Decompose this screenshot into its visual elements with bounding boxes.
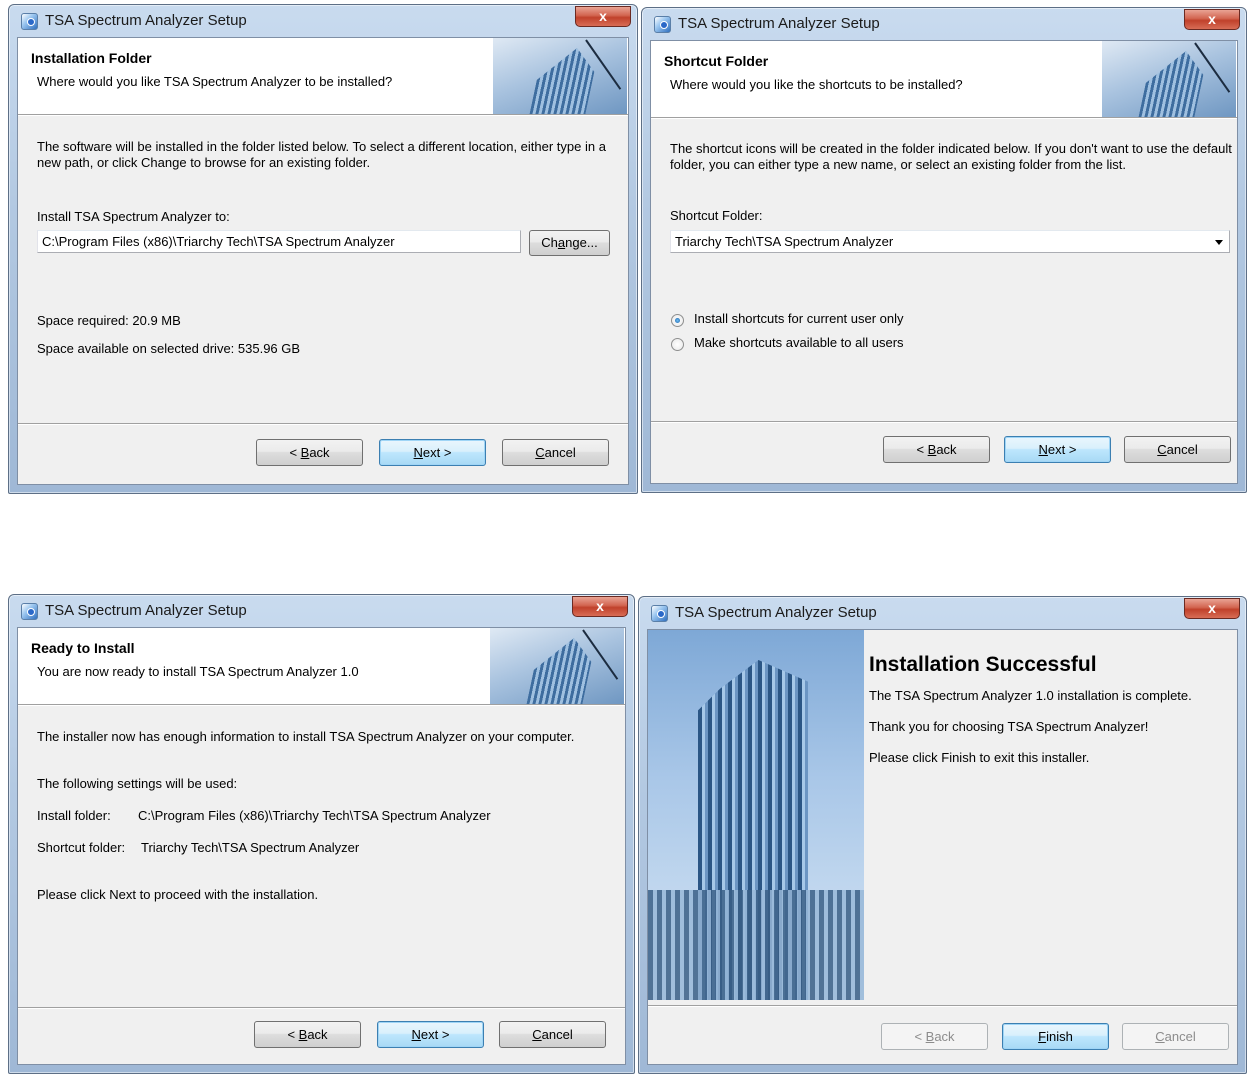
back-button[interactable]: < Back bbox=[256, 439, 363, 466]
all-users-radio[interactable] bbox=[671, 338, 684, 351]
back-button[interactable]: < Back bbox=[881, 1023, 988, 1050]
shortcut-folder-combobox[interactable]: Triarchy Tech\TSA Spectrum Analyzer bbox=[670, 230, 1230, 253]
cancel-button[interactable]: Cancel bbox=[1124, 436, 1231, 463]
proceed-instruction-text: Please click Next to proceed with the in… bbox=[37, 887, 319, 902]
install-path-input[interactable]: C:\Program Files (x86)\Triarchy Tech\TSA… bbox=[37, 230, 521, 253]
all-users-radio-label[interactable]: Make shortcuts available to all users bbox=[694, 335, 904, 350]
button-row-separator bbox=[651, 421, 1237, 423]
title-bar[interactable]: TSA Spectrum Analyzer Setup x bbox=[642, 8, 1246, 40]
skyscraper-banner-image bbox=[493, 38, 627, 114]
page-title: Shortcut Folder bbox=[664, 53, 769, 69]
window-title: TSA Spectrum Analyzer Setup bbox=[45, 602, 247, 619]
shortcut-folder-label: Shortcut Folder: bbox=[670, 208, 763, 223]
next-button[interactable]: Next > bbox=[379, 439, 486, 466]
page-subtitle: Where would you like TSA Spectrum Analyz… bbox=[37, 74, 393, 89]
space-available-text: Space available on selected drive: 535.9… bbox=[37, 341, 301, 356]
close-button[interactable]: x bbox=[572, 596, 628, 617]
button-row-separator bbox=[18, 423, 628, 425]
shortcut-folder-summary-label: Shortcut folder: bbox=[37, 840, 126, 855]
window-title: TSA Spectrum Analyzer Setup bbox=[45, 12, 247, 29]
header-banner: Installation Folder Where would you like… bbox=[18, 38, 628, 115]
shortcut-folder-value: Triarchy Tech\TSA Spectrum Analyzer bbox=[675, 234, 894, 249]
title-bar[interactable]: TSA Spectrum Analyzer Setup x bbox=[9, 5, 637, 37]
current-user-radio-label[interactable]: Install shortcuts for current user only bbox=[694, 311, 904, 326]
chevron-down-icon[interactable] bbox=[1215, 240, 1223, 245]
setup-window-ready-to-install: TSA Spectrum Analyzer Setup x Ready to I… bbox=[8, 594, 635, 1074]
description-line: folder, you can either type a new name, … bbox=[670, 157, 1126, 172]
skyscraper-side-image bbox=[648, 630, 864, 1000]
next-button[interactable]: Next > bbox=[1004, 436, 1111, 463]
description-line: The shortcut icons will be created in th… bbox=[670, 141, 1232, 156]
dialog-client: Installation Successful The TSA Spectrum… bbox=[647, 629, 1238, 1065]
current-user-radio[interactable] bbox=[671, 314, 684, 327]
cancel-button[interactable]: Cancel bbox=[502, 439, 609, 466]
space-required-text: Space required: 20.9 MB bbox=[37, 313, 181, 328]
header-banner: Ready to Install You are now ready to in… bbox=[18, 628, 625, 705]
back-button[interactable]: < Back bbox=[254, 1021, 361, 1048]
skyscraper-banner-image bbox=[490, 628, 624, 704]
description-line: new path, or click Change to browse for … bbox=[37, 155, 371, 170]
setup-app-icon bbox=[651, 605, 668, 622]
page-subtitle: Where would you like the shortcuts to be… bbox=[670, 77, 963, 92]
success-line: The TSA Spectrum Analyzer 1.0 installati… bbox=[869, 688, 1192, 703]
ready-info-text: The installer now has enough information… bbox=[37, 729, 575, 744]
dialog-client: Ready to Install You are now ready to in… bbox=[17, 627, 626, 1065]
install-folder-summary-label: Install folder: bbox=[37, 808, 111, 823]
cancel-button[interactable]: Cancel bbox=[1122, 1023, 1229, 1050]
finish-button[interactable]: Finish bbox=[1002, 1023, 1109, 1050]
close-button[interactable]: x bbox=[1184, 9, 1240, 30]
install-folder-summary-value: C:\Program Files (x86)\Triarchy Tech\TSA… bbox=[138, 808, 491, 823]
description-line: The software will be installed in the fo… bbox=[37, 139, 606, 154]
cancel-button[interactable]: Cancel bbox=[499, 1021, 606, 1048]
next-button[interactable]: Next > bbox=[377, 1021, 484, 1048]
back-button[interactable]: < Back bbox=[883, 436, 990, 463]
setup-window-shortcut-folder: TSA Spectrum Analyzer Setup x Shortcut F… bbox=[641, 7, 1247, 493]
change-button[interactable]: Change... bbox=[529, 230, 610, 256]
dialog-client: Installation Folder Where would you like… bbox=[17, 37, 629, 485]
success-line: Please click Finish to exit this install… bbox=[869, 750, 1090, 765]
header-banner: Shortcut Folder Where would you like the… bbox=[651, 41, 1237, 118]
success-line: Thank you for choosing TSA Spectrum Anal… bbox=[869, 719, 1149, 734]
setup-app-icon bbox=[21, 603, 38, 620]
window-title: TSA Spectrum Analyzer Setup bbox=[678, 15, 880, 32]
shortcut-folder-summary-value: Triarchy Tech\TSA Spectrum Analyzer bbox=[141, 840, 360, 855]
page-title: Installation Folder bbox=[31, 50, 152, 66]
button-row-separator bbox=[648, 1005, 1237, 1007]
title-bar[interactable]: TSA Spectrum Analyzer Setup x bbox=[639, 597, 1246, 629]
setup-app-icon bbox=[21, 13, 38, 30]
page-title: Ready to Install bbox=[31, 640, 135, 656]
setup-window-installation-folder: TSA Spectrum Analyzer Setup x Installati… bbox=[8, 4, 638, 494]
button-row-separator bbox=[18, 1007, 625, 1009]
dialog-client: Shortcut Folder Where would you like the… bbox=[650, 40, 1238, 484]
skyscraper-banner-image bbox=[1102, 41, 1236, 117]
close-button[interactable]: x bbox=[575, 6, 631, 27]
title-bar[interactable]: TSA Spectrum Analyzer Setup x bbox=[9, 595, 634, 627]
setup-window-installation-successful: TSA Spectrum Analyzer Setup x Installati… bbox=[638, 596, 1247, 1074]
setup-app-icon bbox=[654, 16, 671, 33]
close-button[interactable]: x bbox=[1184, 598, 1240, 619]
install-path-label: Install TSA Spectrum Analyzer to: bbox=[37, 209, 230, 224]
settings-intro-text: The following settings will be used: bbox=[37, 776, 238, 791]
window-title: TSA Spectrum Analyzer Setup bbox=[675, 604, 877, 621]
page-subtitle: You are now ready to install TSA Spectru… bbox=[37, 664, 359, 679]
success-title: Installation Successful bbox=[869, 653, 1097, 676]
